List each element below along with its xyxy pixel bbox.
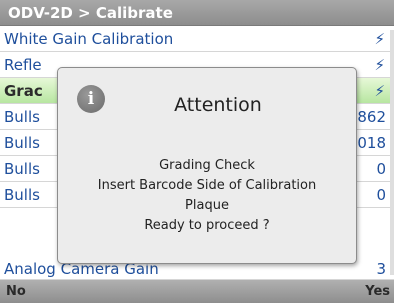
- list-item-value: 018: [357, 134, 386, 152]
- no-softkey[interactable]: No: [6, 280, 26, 303]
- yes-softkey[interactable]: Yes: [365, 280, 390, 303]
- list-item-value: 862: [357, 108, 386, 126]
- list-item-label: Bulls: [4, 160, 40, 178]
- list-item-white-gain-calibration[interactable]: White Gain Calibration ⚡︎: [0, 26, 394, 52]
- list-scrollbar[interactable]: [390, 30, 394, 275]
- list-item-label: White Gain Calibration: [4, 30, 174, 48]
- dialog-message-line: Insert Barcode Side of Calibration: [97, 178, 317, 193]
- lightning-icon: ⚡︎: [374, 30, 385, 48]
- attention-dialog: i Attention Grading Check Insert Barcode…: [57, 67, 357, 264]
- dialog-title: Attention: [174, 94, 262, 116]
- list-item-value: 0: [376, 160, 386, 178]
- lightning-icon: ⚡︎: [374, 82, 385, 100]
- screen-title: ODV-2D > Calibrate: [0, 0, 394, 26]
- lightning-icon: ⚡︎: [374, 56, 385, 74]
- list-item-value: 0: [376, 186, 386, 204]
- softkey-bar: No Yes: [0, 280, 394, 303]
- dialog-message-line: Grading Check: [159, 158, 255, 173]
- dialog-message-line: Ready to proceed ?: [144, 218, 270, 233]
- list-item-label: Bulls: [4, 108, 40, 126]
- list-item-label: Refle: [4, 56, 42, 74]
- list-item-value: 3: [376, 260, 386, 278]
- list-item-label: Bulls: [4, 186, 40, 204]
- list-item-label: Grac: [4, 82, 43, 100]
- dialog-message-line: Plaque: [185, 198, 229, 213]
- dialog-message: Grading Check Insert Barcode Side of Cal…: [58, 156, 356, 236]
- list-item-label: Bulls: [4, 134, 40, 152]
